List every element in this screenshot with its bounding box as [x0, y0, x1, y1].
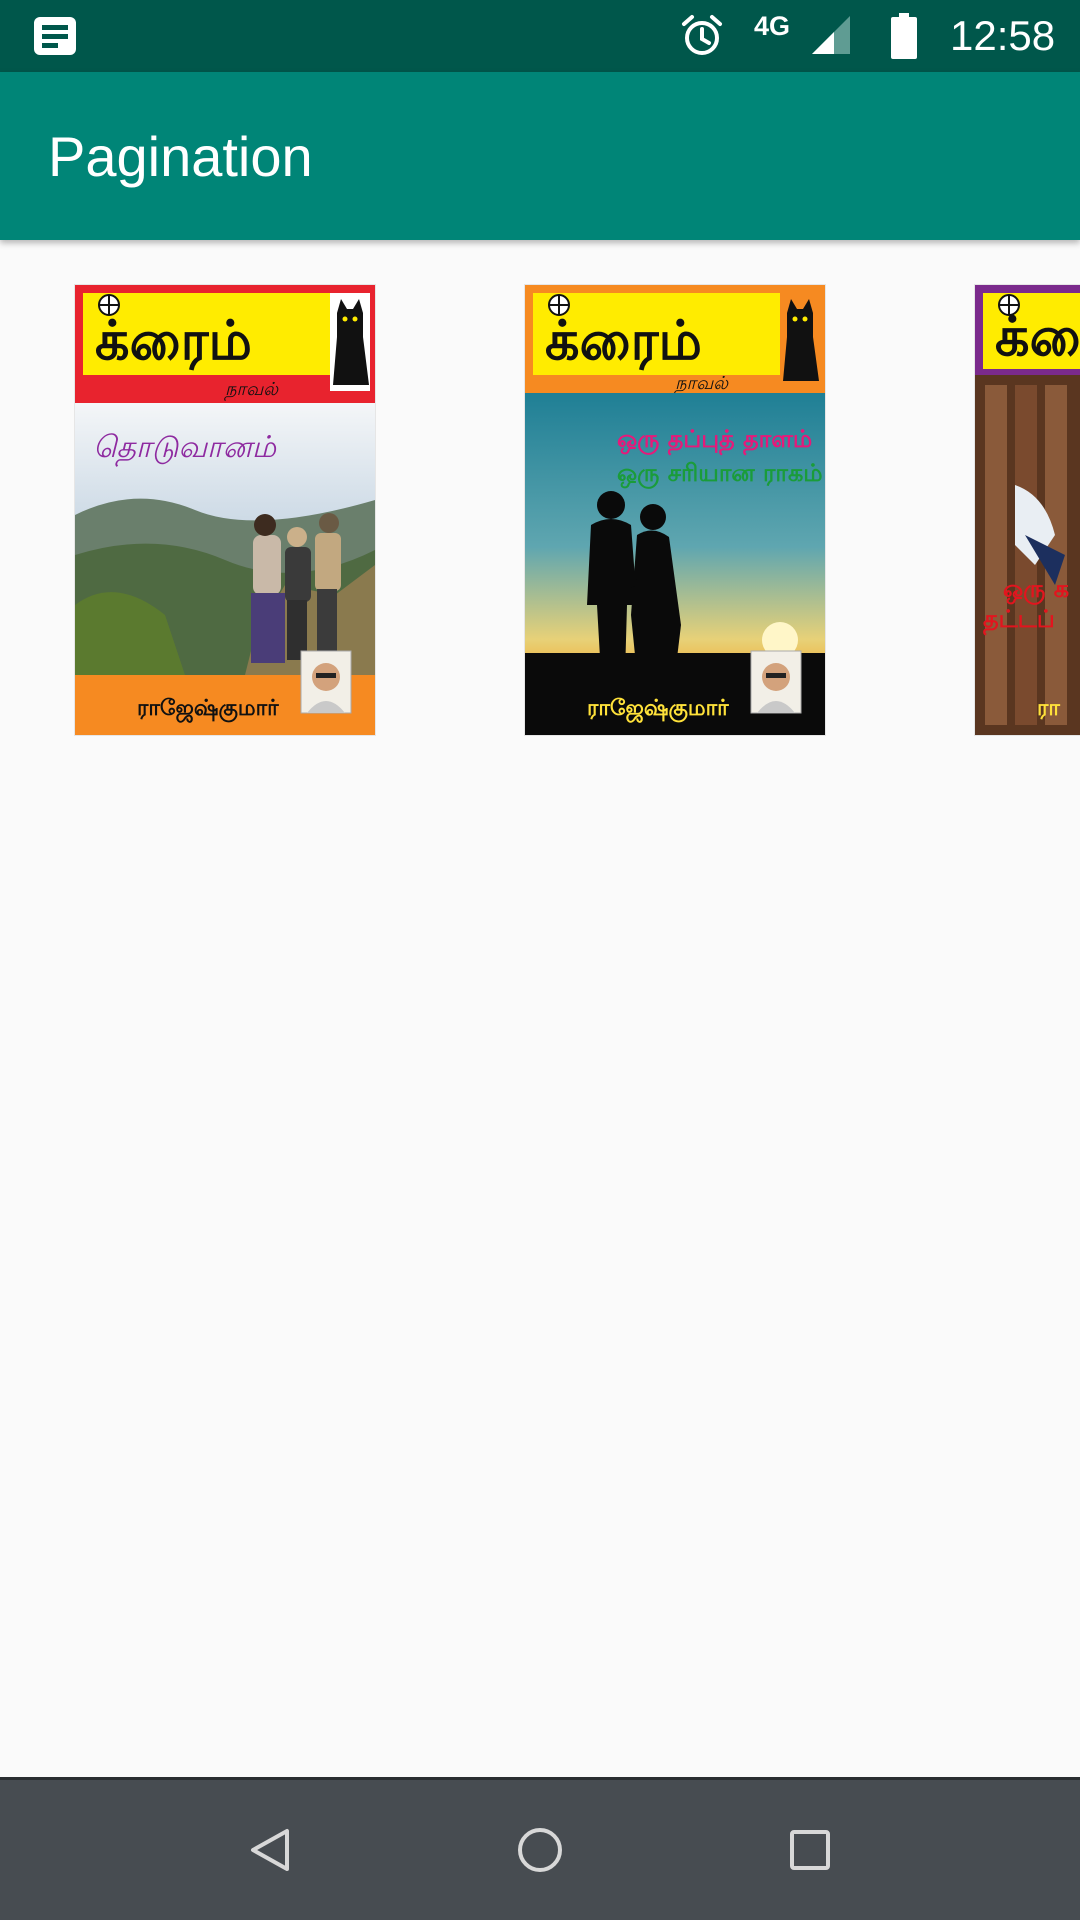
author-portrait [750, 650, 802, 714]
back-triangle-icon [251, 1829, 289, 1871]
network-type-label: 4G [754, 10, 791, 41]
book-title: தொடுவானம் [93, 430, 277, 467]
book-author: ராஜேஷ்குமார் [137, 696, 279, 723]
back-button[interactable] [210, 1780, 330, 1920]
clock-time: 12:58 [950, 12, 1056, 59]
author-portrait [300, 650, 352, 714]
home-circle-icon [518, 1828, 562, 1872]
recents-square-icon [790, 1830, 830, 1870]
recents-button[interactable] [750, 1780, 870, 1920]
home-button[interactable] [480, 1780, 600, 1920]
app-bar: Pagination [0, 72, 1080, 240]
book-author: ரா [1037, 696, 1060, 721]
cover-brand-subtext: நாவல் [224, 379, 279, 402]
book-cover-item[interactable]: க்ரைம் நாவல் தொடுவானம் ராஜேஷ்குமார் [75, 285, 375, 735]
crosshair-icon [548, 294, 570, 316]
crosshair-icon [98, 294, 120, 316]
book-title-line2: ஒரு சரியான ராகம் [617, 459, 823, 489]
crosshair-icon [998, 294, 1020, 316]
book-title-line2: தட்டப் [983, 605, 1055, 636]
cover-brand-text: க்ரைம் [545, 309, 702, 372]
book-cover-item[interactable]: க்ரை ஒரு க தட்டப் ரா [975, 285, 1080, 735]
book-title-line1: ஒரு க [1003, 575, 1069, 605]
hikers-illustration [251, 513, 341, 663]
navigation-bar [0, 1777, 1080, 1920]
battery-icon [891, 0, 917, 72]
cover-brand-text: க்ரைம் [95, 309, 252, 372]
page-title: Pagination [48, 124, 313, 188]
book-title-line1: ஒரு தப்புத் தாளம் [617, 425, 812, 456]
status-bar: 4G 12:58 [0, 0, 1080, 72]
cover-brand-subtext: நாவல் [674, 373, 729, 396]
book-author: ராஜேஷ்குமார் [587, 696, 729, 723]
cell-signal-icon [812, 0, 852, 72]
alarm-clock-icon [680, 0, 724, 72]
cat-logo-icon [330, 293, 370, 391]
news-notification-icon [34, 0, 76, 72]
book-list[interactable]: க்ரைம் நாவல் தொடுவானம் ராஜேஷ்குமார் க்ரை… [0, 240, 1080, 1777]
cat-logo-icon [780, 293, 820, 385]
book-cover-item[interactable]: க்ரைம் நாவல் ஒரு தப்புத் தாளம் ஒரு சரியா… [525, 285, 825, 735]
